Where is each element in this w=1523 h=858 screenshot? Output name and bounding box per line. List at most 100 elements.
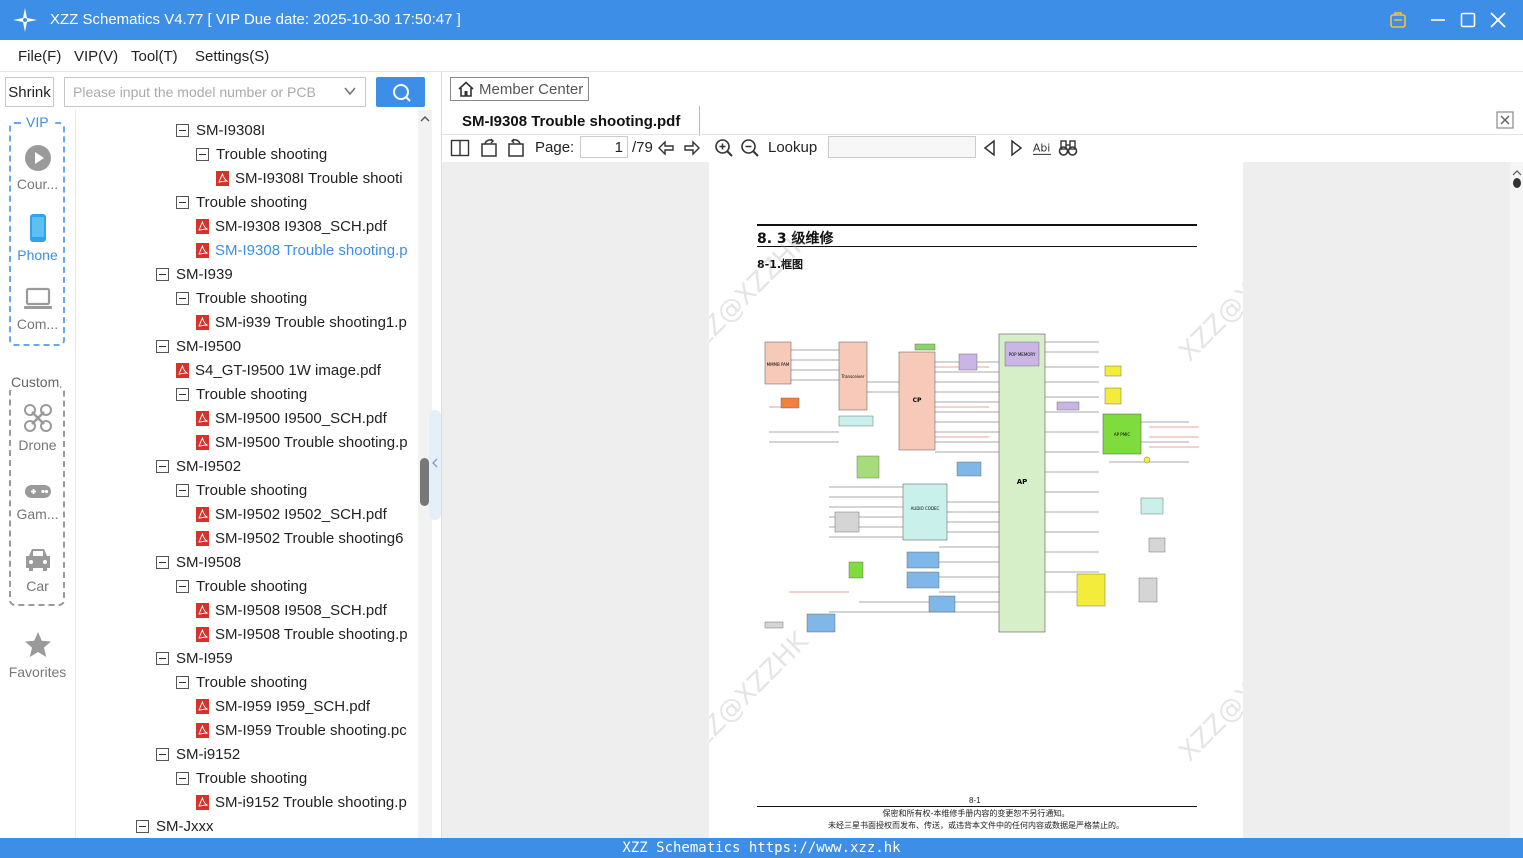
chevron-up-icon[interactable] [420, 114, 430, 124]
tree-folder-item[interactable]: SM-I9502 [156, 454, 241, 478]
member-center-button[interactable]: Member Center [450, 77, 589, 101]
close-tab-icon[interactable] [1495, 110, 1515, 130]
tree-folder-item[interactable]: SM-i9152 [156, 742, 240, 766]
tree-file-item[interactable]: SM-I959 I959_SCH.pdf [196, 694, 370, 718]
rail-item-drone[interactable]: Drone [0, 403, 75, 453]
lookup-input[interactable] [828, 136, 976, 158]
collapse-toggle-icon[interactable] [196, 147, 209, 161]
menu-vip[interactable]: VIP(V) [74, 48, 118, 65]
custom-group-label: Custom [10, 374, 61, 390]
maximize-icon[interactable] [1456, 8, 1480, 32]
category-rail: VIP Cour... Phone Com... Custom Drone Ga… [0, 110, 75, 838]
rail-item-computer[interactable]: Com... [0, 286, 75, 332]
rotate-left-icon[interactable] [479, 138, 499, 158]
viewer-scrollbar[interactable] [1510, 162, 1523, 838]
heading-rule-bottom [757, 246, 1197, 247]
zoom-in-icon[interactable] [714, 138, 734, 158]
tree-file-item[interactable]: SM-i9152 Trouble shooting.p [196, 790, 407, 814]
tree-folder-item[interactable]: Trouble shooting [176, 670, 307, 694]
tree-folder-item[interactable]: Trouble shooting [176, 382, 307, 406]
rotate-right-icon[interactable] [506, 138, 526, 158]
tree-folder-item[interactable]: Trouble shooting [176, 190, 307, 214]
tree-folder-item[interactable]: SM-I9508 [156, 550, 241, 574]
collapse-toggle-icon[interactable] [156, 555, 169, 569]
match-case-icon[interactable]: Abi [1032, 138, 1052, 158]
close-icon[interactable] [1486, 8, 1510, 32]
tree-file-item[interactable]: SM-I9500 Trouble shooting.p [196, 430, 408, 454]
collapse-toggle-icon[interactable] [176, 483, 189, 497]
collapse-toggle-icon[interactable] [156, 459, 169, 473]
shrink-button[interactable]: Shrink [5, 77, 54, 107]
tree-file-item[interactable]: SM-I9308 Trouble shooting.p [196, 238, 408, 262]
two-page-view-icon[interactable] [450, 138, 470, 158]
tree-item-label: SM-I9502 [176, 457, 242, 475]
collapse-toggle-icon[interactable] [176, 291, 189, 305]
chevron-up-icon[interactable] [1510, 168, 1523, 188]
pdf-viewer[interactable]: 8. 3 级维修 8-1.框图 MMMB PAM Transceiver CP … [442, 162, 1523, 838]
tree-folder-item[interactable]: SM-Jxxx [136, 814, 214, 838]
tree-folder-item[interactable]: Trouble shooting [176, 286, 307, 310]
tree-file-item[interactable]: SM-I959 Trouble shooting.pc [196, 718, 407, 742]
minimize-icon[interactable] [1426, 8, 1450, 32]
collapse-toggle-icon[interactable] [176, 195, 189, 209]
rail-item-game[interactable]: Gam... [0, 480, 75, 522]
diagram-wires [769, 341, 1189, 613]
collapse-toggle-icon[interactable] [156, 651, 169, 665]
tree-item-label: Trouble shooting [216, 145, 328, 163]
search-button[interactable] [376, 77, 425, 107]
collapse-toggle-icon[interactable] [156, 339, 169, 353]
collapse-toggle-icon[interactable] [136, 819, 149, 833]
tree-file-item[interactable]: SM-I9308 I9308_SCH.pdf [196, 214, 387, 238]
pdf-file-icon [196, 506, 209, 522]
tree-folder-item[interactable]: Trouble shooting [176, 478, 307, 502]
next-page-icon[interactable] [682, 138, 702, 158]
page-number-input[interactable] [580, 136, 628, 158]
collapse-toggle-icon[interactable] [176, 579, 189, 593]
menu-file[interactable]: File(F) [18, 48, 61, 65]
tree-file-item[interactable]: SM-I9502 Trouble shooting6 [196, 526, 403, 550]
rail-item-phone[interactable]: Phone [0, 213, 75, 263]
tree-file-item[interactable]: SM-I9508 I9508_SCH.pdf [196, 598, 387, 622]
chevron-down-icon[interactable] [343, 84, 357, 98]
panel-splitter-handle[interactable] [429, 410, 441, 520]
collapse-toggle-icon[interactable] [156, 267, 169, 281]
tree-file-item[interactable]: SM-I9508 Trouble shooting.p [196, 622, 408, 646]
tree-file-item[interactable]: SM-I9308I Trouble shooti [216, 166, 403, 190]
tree-item-label: SM-I9308 I9308_SCH.pdf [215, 217, 387, 235]
tree-file-item[interactable]: S4_GT-I9500 1W image.pdf [176, 358, 381, 382]
tree-folder-item[interactable]: Trouble shooting [176, 574, 307, 598]
vip-bag-icon[interactable] [1386, 8, 1410, 32]
tree-file-item[interactable]: SM-I9502 I9502_SCH.pdf [196, 502, 387, 526]
tree-file-item[interactable]: SM-i939 Trouble shooting1.p [196, 310, 407, 334]
diagram-block-label: MMMB PAM [767, 362, 790, 367]
tree-folder-item[interactable]: SM-I9308I [176, 118, 265, 142]
find-previous-icon[interactable] [980, 138, 1000, 158]
collapse-toggle-icon[interactable] [156, 747, 169, 761]
tree-folder-item[interactable]: SM-I939 [156, 262, 233, 286]
diagram-block-fm-radio [906, 551, 940, 569]
tree-scrollbar-thumb[interactable] [420, 458, 429, 506]
collapse-toggle-icon[interactable] [176, 123, 189, 137]
collapse-toggle-icon[interactable] [176, 387, 189, 401]
collapse-toggle-icon[interactable] [176, 771, 189, 785]
menu-tool[interactable]: Tool(T) [131, 48, 178, 65]
model-search-input[interactable] [65, 78, 335, 106]
tree-folder-item[interactable]: Trouble shooting [196, 142, 327, 166]
rail-item-courses[interactable]: Cour... [0, 144, 75, 192]
tree-file-item[interactable]: SM-I9500 I9500_SCH.pdf [196, 406, 387, 430]
document-tab[interactable]: SM-I9308 Trouble shooting.pdf [450, 106, 700, 136]
collapse-toggle-icon[interactable] [176, 675, 189, 689]
menu-settings[interactable]: Settings(S) [195, 48, 269, 65]
rail-item-favorites[interactable]: Favorites [0, 630, 75, 680]
tree-item-label: SM-I959 [176, 649, 233, 667]
rail-item-car[interactable]: Car [0, 546, 75, 594]
tree-folder-item[interactable]: SM-I959 [156, 646, 233, 670]
tree-folder-item[interactable]: Trouble shooting [176, 766, 307, 790]
tree-folder-item[interactable]: SM-I9500 [156, 334, 241, 358]
previous-page-icon[interactable] [656, 138, 676, 158]
zoom-out-icon[interactable] [740, 138, 760, 158]
model-search-combo[interactable] [64, 77, 366, 107]
tree-item-label: Trouble shooting [196, 481, 308, 499]
find-next-icon[interactable] [1006, 138, 1026, 158]
binoculars-icon[interactable] [1058, 138, 1078, 158]
